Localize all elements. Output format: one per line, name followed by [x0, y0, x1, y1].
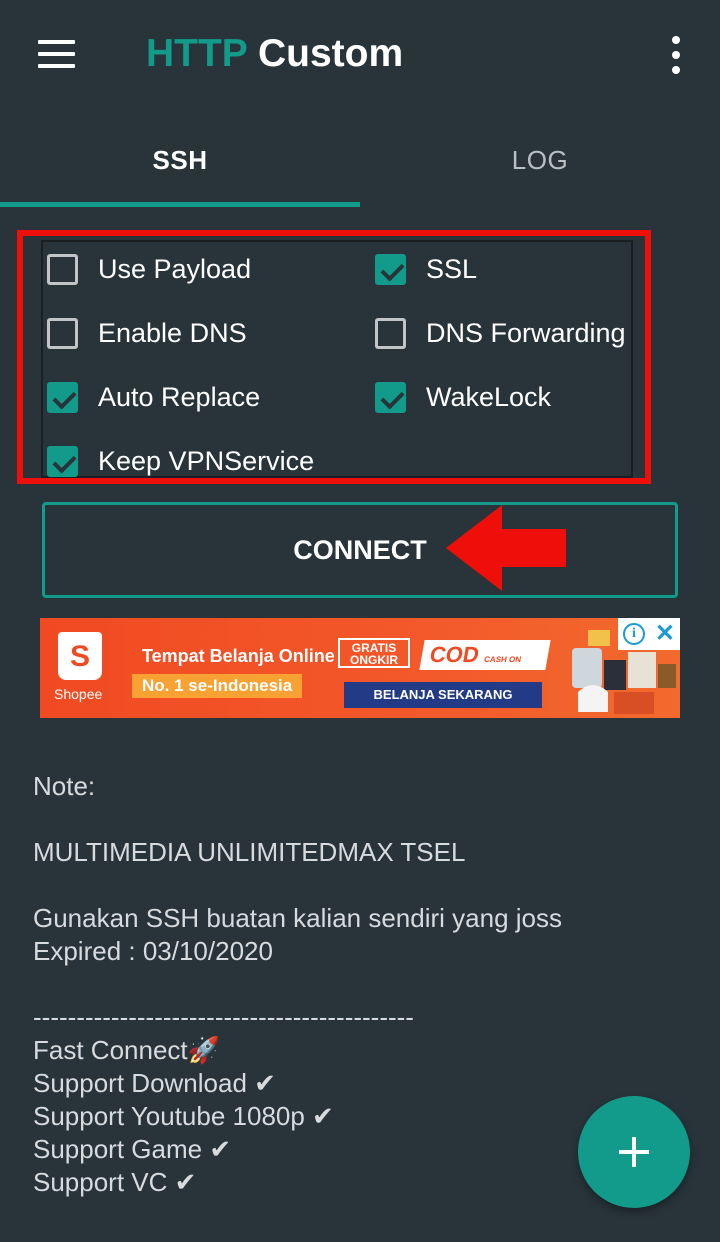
option-wakelock[interactable]: WakeLock: [375, 375, 551, 419]
app-bar: HTTP Custom: [0, 0, 720, 112]
note-heading: Note:: [33, 771, 96, 801]
active-tab-indicator: [0, 202, 360, 207]
ad-info-close: i ✕: [618, 618, 680, 650]
close-icon[interactable]: ✕: [655, 622, 675, 646]
ad-cod-text: COD: [427, 642, 482, 667]
app-title: HTTP Custom: [146, 32, 403, 76]
checkbox-keep-vpnservice[interactable]: [47, 445, 78, 477]
option-label: Enable DNS: [98, 317, 247, 348]
option-label: DNS Forwarding: [426, 317, 626, 348]
note-line: MULTIMEDIA UNLIMITEDMAX TSEL: [33, 837, 466, 867]
note-line: Support Download ✔: [33, 1068, 276, 1098]
option-label: SSL: [426, 253, 478, 284]
option-dns-forwarding[interactable]: DNS Forwarding: [375, 311, 626, 355]
add-fab-button[interactable]: [578, 1096, 690, 1208]
ad-free-shipping-badge: GRATIS ONGKIR: [338, 638, 410, 668]
ad-ongkir-text: ONGKIR: [350, 653, 398, 667]
ad-headline: Tempat Belanja Online: [142, 646, 335, 666]
app-title-main: Custom: [257, 32, 404, 75]
note-line: Expired : 03/10/2020: [33, 936, 273, 966]
app-title-accent: HTTP: [146, 32, 248, 75]
option-auto-replace[interactable]: Auto Replace: [47, 375, 260, 419]
ad-subheadline: No. 1 se-Indonesia: [132, 674, 303, 698]
shopee-bag-icon: S: [58, 632, 102, 680]
info-icon[interactable]: i: [622, 623, 645, 645]
hamburger-menu-icon[interactable]: [38, 40, 75, 68]
checkbox-auto-replace[interactable]: [47, 381, 78, 413]
tab-ssh[interactable]: SSH: [0, 112, 360, 208]
ad-cod-badge: COD CASH ON DELIVERY: [419, 640, 551, 699]
option-label: Auto Replace: [98, 381, 261, 412]
ad-brand: Shopee: [54, 686, 103, 702]
checkbox-ssl[interactable]: [375, 253, 406, 285]
option-label: Use Payload: [98, 253, 252, 284]
option-keep-vpnservice[interactable]: Keep VPNService: [47, 439, 314, 483]
option-ssl[interactable]: SSL: [375, 247, 477, 291]
option-enable-dns[interactable]: Enable DNS: [47, 311, 247, 355]
ad-cta-button[interactable]: BELANJA SEKARANG: [344, 682, 542, 708]
option-use-payload[interactable]: Use Payload: [47, 247, 251, 291]
connect-button[interactable]: CONNECT: [42, 502, 678, 598]
more-options-icon[interactable]: [666, 36, 686, 76]
tab-bar: SSH LOG: [0, 112, 720, 208]
option-label: Keep VPNService: [98, 445, 315, 476]
checkbox-enable-dns[interactable]: [47, 317, 78, 349]
checkbox-dns-forwarding[interactable]: [375, 317, 406, 349]
checkbox-use-payload[interactable]: [47, 253, 78, 285]
tab-log[interactable]: LOG: [360, 112, 720, 208]
option-label: WakeLock: [426, 381, 552, 412]
checkbox-wakelock[interactable]: [375, 381, 406, 413]
ad-banner[interactable]: S Shopee Tempat Belanja Online No. 1 se-…: [40, 618, 680, 718]
red-arrow-icon: [446, 505, 566, 591]
note-line: Gunakan SSH buatan kalian sendiri yang j…: [33, 903, 562, 933]
note-divider: ----------------------------------------…: [33, 1002, 414, 1032]
note-line: Fast Connect🚀: [33, 1035, 221, 1065]
